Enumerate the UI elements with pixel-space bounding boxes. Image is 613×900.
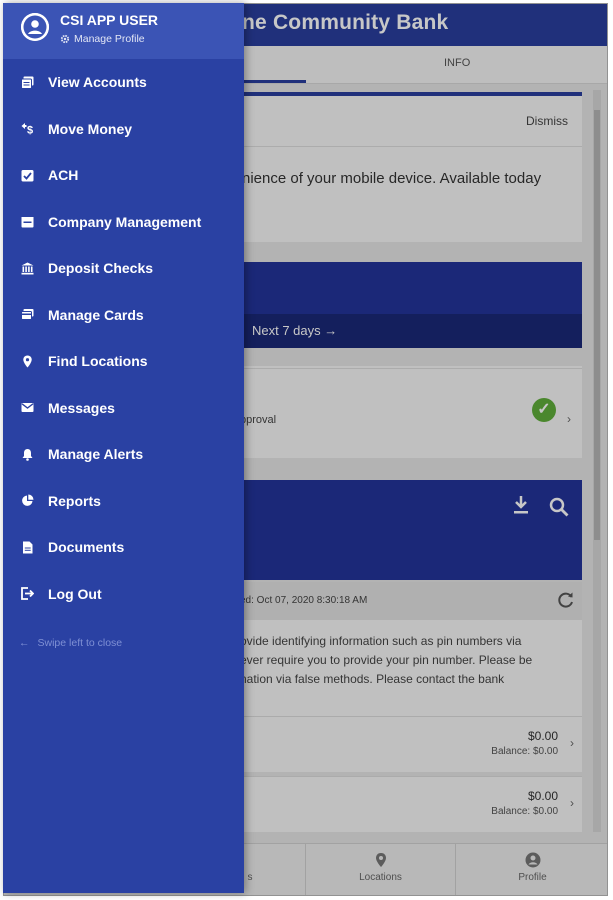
company-icon xyxy=(20,215,34,229)
accounts-icon xyxy=(20,75,34,89)
menu-item-messages[interactable]: Messages xyxy=(3,385,244,432)
pie-chart-icon xyxy=(20,494,34,508)
menu-item-reports[interactable]: Reports xyxy=(3,478,244,525)
menu-item-label: Deposit Checks xyxy=(48,260,154,277)
manage-profile-link[interactable]: Manage Profile xyxy=(60,33,145,45)
mail-icon xyxy=(20,401,34,415)
navigation-drawer: CSI APP USER Manage Profile View Account… xyxy=(3,3,244,893)
menu-item-find-locations[interactable]: Find Locations xyxy=(3,338,244,385)
manage-profile-label: Manage Profile xyxy=(74,33,145,45)
menu-item-label: Log Out xyxy=(48,585,102,602)
menu-item-log-out[interactable]: Log Out xyxy=(3,571,244,618)
menu-item-manage-cards[interactable]: Manage Cards xyxy=(3,292,244,339)
menu-item-label: View Accounts xyxy=(48,74,147,91)
drawer-menu: View Accounts $ Move Money ACH Company M… xyxy=(3,59,244,617)
bell-icon xyxy=(20,447,34,461)
menu-item-manage-alerts[interactable]: Manage Alerts xyxy=(3,431,244,478)
menu-item-label: Find Locations xyxy=(48,353,148,370)
avatar xyxy=(21,13,49,41)
menu-item-label: Move Money xyxy=(48,120,133,137)
arrow-left-icon: ← xyxy=(19,637,30,649)
menu-item-label: Reports xyxy=(48,492,101,509)
swipe-hint-text: Swipe left to close xyxy=(37,637,123,649)
user-name: CSI APP USER xyxy=(60,12,159,28)
transfer-icon: $ xyxy=(20,122,34,136)
drawer-header: CSI APP USER Manage Profile xyxy=(3,3,244,59)
menu-item-label: Company Management xyxy=(48,213,202,230)
menu-item-move-money[interactable]: $ Move Money xyxy=(3,106,244,153)
logout-icon xyxy=(20,587,34,601)
menu-item-company-management[interactable]: Company Management xyxy=(3,199,244,246)
checkbox-icon xyxy=(20,168,34,182)
menu-item-label: Documents xyxy=(48,539,125,556)
menu-item-label: Manage Cards xyxy=(48,306,144,323)
menu-item-label: ACH xyxy=(48,167,79,184)
menu-item-view-accounts[interactable]: View Accounts xyxy=(3,59,244,106)
menu-item-ach[interactable]: ACH xyxy=(3,152,244,199)
card-icon xyxy=(20,308,34,322)
location-pin-icon xyxy=(20,354,34,368)
menu-item-deposit-checks[interactable]: Deposit Checks xyxy=(3,245,244,292)
svg-text:$: $ xyxy=(27,125,33,136)
menu-item-documents[interactable]: Documents xyxy=(3,524,244,571)
gear-icon xyxy=(60,34,70,44)
menu-item-label: Messages xyxy=(48,399,115,416)
swipe-hint: ← Swipe left to close xyxy=(19,637,122,649)
bank-icon xyxy=(20,261,34,275)
menu-item-label: Manage Alerts xyxy=(48,446,144,463)
user-icon xyxy=(21,13,49,41)
document-icon xyxy=(20,540,34,554)
